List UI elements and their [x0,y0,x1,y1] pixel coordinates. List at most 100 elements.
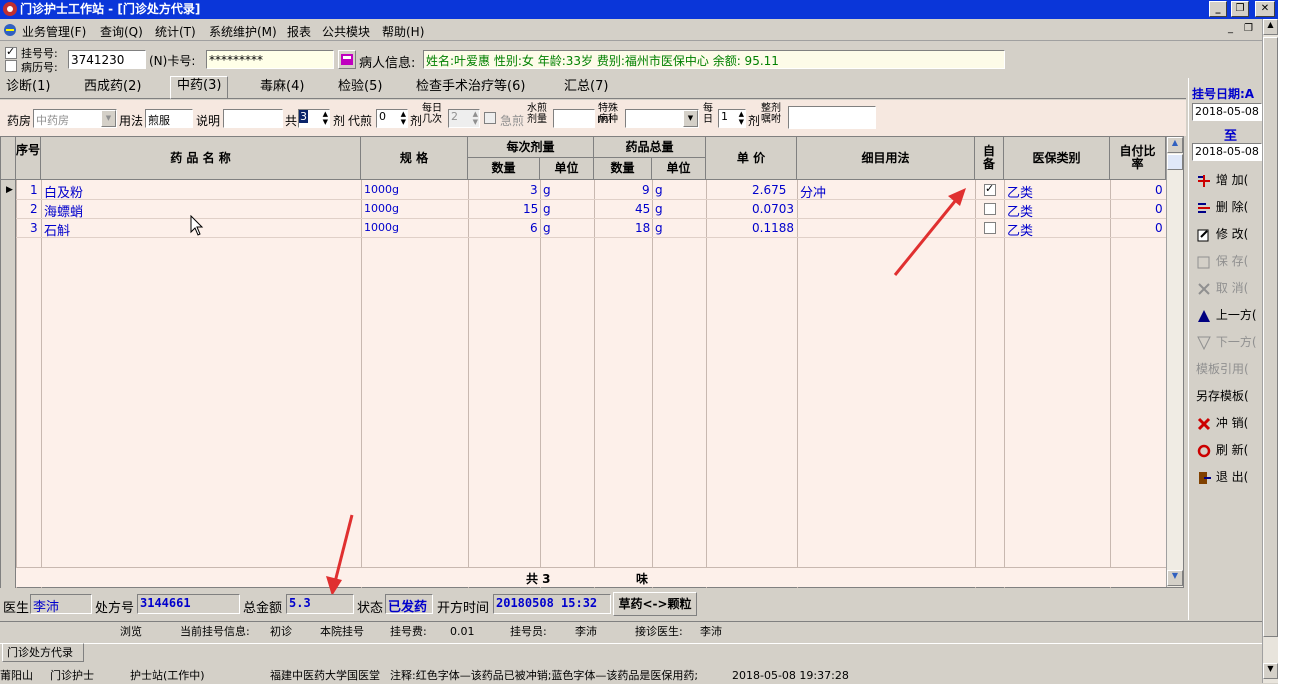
daily-value: 1 [721,110,728,123]
title-bar: 门诊护士工作站 - [门诊处方代录] _ ❐ ✕ [0,0,1307,19]
status-fee-label: 挂号费: [390,625,427,638]
card-input[interactable]: ********* [206,50,334,69]
cell-dose-qty: 6 [530,221,538,235]
exit-button[interactable]: 退 出( [1192,466,1260,490]
total-unit: 味 [636,572,649,586]
cell-ratio: 0 [1155,221,1163,235]
edit-button[interactable]: 修 改( [1192,223,1260,247]
self-prepared-checkbox[interactable] [984,203,996,215]
close-button[interactable]: ✕ [1255,1,1275,17]
pharmacy-select[interactable]: 中药房 ▼ [33,109,117,128]
decoct-spinner[interactable]: 0 ▲ ▼ [376,109,408,128]
tab-lab-test[interactable]: 检验(5) [332,78,388,98]
tab-diagnosis[interactable]: 诊断(1) [0,78,56,98]
status-reg-info-label: 当前挂号信息: [180,625,250,638]
menu-system[interactable]: 系统维护(M) [209,23,277,40]
spinner-arrows-icon[interactable]: ▲ ▼ [473,110,478,126]
cell-price: 0.0703 [752,202,794,216]
menu-query[interactable]: 查询(Q) [100,23,143,40]
chevron-down-icon[interactable]: ▼ [683,110,698,127]
reg-no-input[interactable]: 3741230 [68,50,146,69]
save-button[interactable]: 保 存( [1192,250,1260,274]
header-total: 药品总量 [594,137,706,158]
task-tab-prescription[interactable]: 门诊处方代录 [2,643,84,662]
record-no-checkbox[interactable] [5,60,17,72]
menu-stats[interactable]: 统计(T) [155,23,196,40]
urgent-checkbox[interactable] [484,112,496,124]
urgent-label: 急煎 [500,114,525,128]
time-label: 开方时间 [437,601,490,616]
window-title: 门诊护士工作站 - [门诊处方代录] [20,2,201,16]
special-disease-select[interactable]: ▼ [625,109,699,128]
prev-prescription-button[interactable]: 上一方( [1192,304,1260,328]
menu-help[interactable]: 帮助(H) [382,23,424,40]
spinner-arrows-icon[interactable]: ▲ ▼ [739,110,744,126]
header-dose-unit: 单位 [540,158,594,180]
per-time-spinner[interactable]: 2 ▲ ▼ [448,109,480,128]
reg-no-checkbox[interactable]: ✓ [5,45,17,59]
dose-unit-label: 剂 [333,114,346,128]
reverse-button[interactable]: 冲 销( [1192,412,1260,436]
amount-field: 5.3 [286,594,354,614]
dose-unit-label-3: 剂 [748,114,761,128]
note-input[interactable] [223,109,283,128]
tab-narcotics[interactable]: 毒麻(4) [254,78,310,98]
tab-summary[interactable]: 汇总(7) [558,78,614,98]
delete-icon [1198,202,1210,213]
status-first-visit: 初诊 [270,625,292,638]
save-template-button[interactable]: 另存模板( [1192,385,1260,409]
dose-note-input[interactable] [788,106,876,129]
cell-usage: 分冲 [800,186,827,201]
header-insurance: 医保类别 [1004,137,1110,180]
menu-bar: 业务管理(F) 查询(Q) 统计(T) 系统维护(M) 报表 公共模块 帮助(H… [0,19,1262,41]
cell-total-qty: 45 [635,202,651,216]
delete-button[interactable]: 删 除( [1192,196,1260,220]
total-doses-spinner[interactable]: 3 ▲ ▼ [298,109,330,128]
strip-hospital: 福建中医药大学国医堂 [270,669,380,682]
child-minimize-button[interactable]: _ [1228,23,1233,34]
window-scrollbar[interactable]: ▲ ▼ [1262,19,1278,683]
restore-button[interactable]: ❐ [1231,1,1249,17]
card-reader-button[interactable] [338,50,356,69]
add-button[interactable]: 增 加( [1192,169,1260,193]
cell-dose-unit: g [543,183,551,197]
cancel-button[interactable]: 取 消( [1192,277,1260,301]
desktop-edge [1278,0,1307,684]
table-scrollbar[interactable]: ▲ ▼ [1166,137,1183,587]
tab-exam-surgery[interactable]: 检查手术治疗等(6) [410,78,531,98]
cell-spec: 1000g [364,221,399,234]
next-button-label: 下一方( [1215,335,1257,349]
status-fee: 0.01 [450,625,475,638]
daily-spinner[interactable]: 1 ▲ ▼ [718,109,746,128]
self-prepared-checkbox[interactable] [984,222,996,234]
usage-input[interactable]: 煎服 [145,109,193,128]
cell-name: 石斛 [44,224,71,239]
menu-business[interactable]: 业务管理(F) [22,23,86,40]
refresh-button[interactable]: 刷 新( [1192,439,1260,463]
tab-western-medicine[interactable]: 西成药(2) [78,78,147,98]
menu-common[interactable]: 公共模块 [322,23,370,40]
cell-name: 白及粉 [44,186,84,201]
chevron-down-icon[interactable]: ▼ [101,110,116,127]
herb-granule-toggle-button[interactable]: 草药<->颗粒 [613,592,697,616]
minimize-button[interactable]: _ [1209,1,1227,17]
date-from-input[interactable]: 2018-05-08 [1192,103,1262,121]
date-to-input[interactable]: 2018-05-08 [1192,143,1262,161]
menu-report[interactable]: 报表 [287,23,311,40]
template-apply-button[interactable]: 模板引用( [1192,358,1260,382]
spinner-arrows-icon[interactable]: ▲ ▼ [401,110,406,126]
status-browse: 浏览 [120,625,142,638]
card-label: (N)卡号: [149,54,196,68]
next-prescription-button[interactable]: 下一方( [1192,331,1260,355]
self-prepared-checkbox[interactable]: ✓ [984,182,996,196]
special-disease-label: 特殊病种 [598,103,618,125]
water-input[interactable] [553,109,595,128]
mouse-cursor-icon [190,215,204,236]
child-restore-button[interactable]: ❐ [1244,23,1253,34]
cell-seq: 1 [30,183,38,197]
header-pay-ratio: 自付比率 [1110,137,1166,180]
tab-chinese-medicine[interactable]: 中药(3) [170,76,229,99]
spinner-arrows-icon[interactable]: ▲ ▼ [323,110,328,126]
decoct-label: 代煎 [348,114,373,128]
template-apply-label: 模板引用( [1196,362,1249,376]
